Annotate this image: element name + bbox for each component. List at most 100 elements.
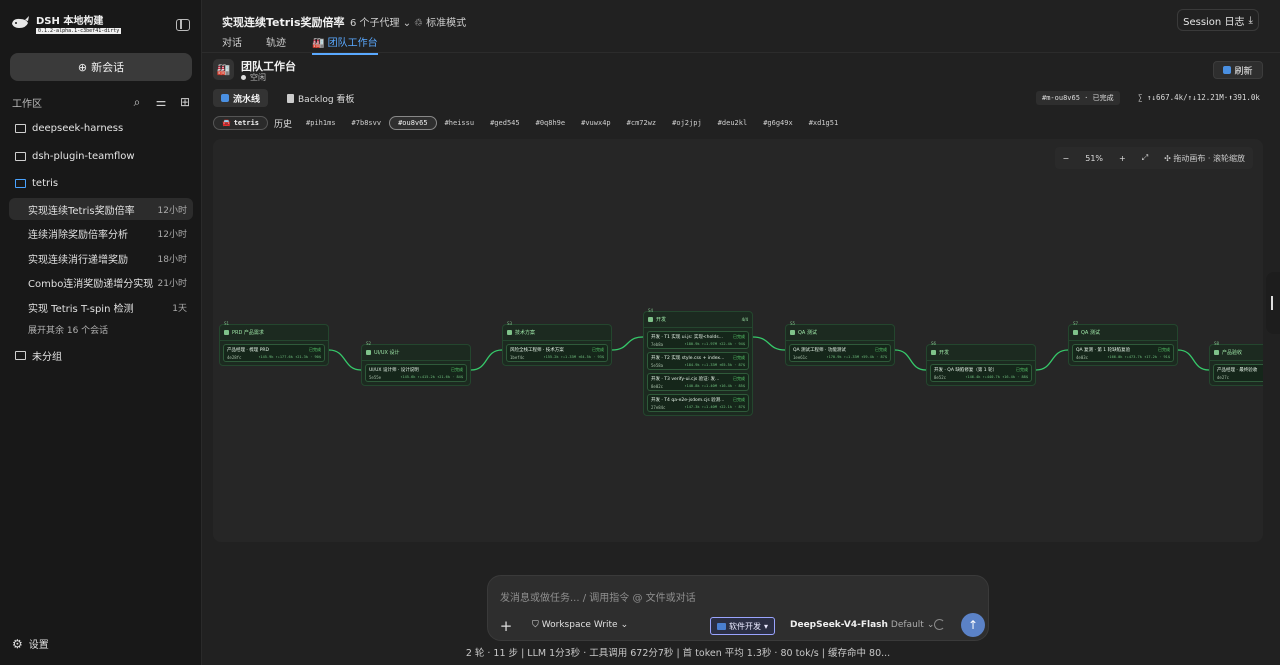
- send-button[interactable]: ↑: [961, 613, 985, 637]
- task-status: 已完成: [875, 347, 887, 352]
- status-dot-icon: [241, 75, 246, 80]
- subtab-backlog[interactable]: Backlog 看板: [279, 89, 362, 107]
- pipeline-stage[interactable]: S8产品验收产品经理 · 最终验收de27c↑145: [1209, 341, 1263, 386]
- task-card[interactable]: 产品经理 · 最终验收de27c↑145: [1213, 364, 1263, 382]
- pipeline-stage[interactable]: S6 开发开发 · QA 缺陷修复（第 1 轮） 已完成 8e52c ↑146.4k ↑…: [926, 341, 1036, 386]
- folder-icon: [15, 152, 26, 161]
- brand-name: DSH 本地构建: [36, 16, 104, 27]
- task-card[interactable]: 开发 · T3 verify-ui.cjs 验证: 发... 已完成 8e02c ↑1…: [647, 373, 749, 391]
- expand-more-sessions[interactable]: 展开其余 16 个会话: [28, 323, 108, 336]
- new-folder-icon[interactable]: ⊞: [178, 95, 192, 109]
- subagents-dropdown[interactable]: 6 个子代理 ⌄: [350, 14, 411, 29]
- stage-tag: S6: [931, 341, 937, 346]
- branch-chip[interactable]: #ou8v65: [389, 116, 437, 130]
- folder-icon: [15, 351, 26, 360]
- panel-status-label: 空闲: [250, 73, 266, 82]
- filter-icon[interactable]: ⚌: [154, 95, 168, 109]
- message-input[interactable]: 发消息或做任务... / 调用指令 @ 文件或对话: [500, 589, 696, 604]
- stage-header: S5 QA 测试: [786, 321, 894, 341]
- task-status: 已完成: [592, 347, 604, 352]
- task-card[interactable]: 开发 · QA 缺陷修复（第 1 轮） 已完成 8e52c ↑146.4k ↑↓440…: [930, 364, 1032, 382]
- stage-title: 产品验收: [1222, 350, 1243, 356]
- task-card[interactable]: UI/UX 设计师 · 设计说明 已完成 5e55e ↑145.6k ↑↓415.2k…: [365, 364, 467, 382]
- subtab-label: Backlog 看板: [298, 94, 355, 105]
- stage-header: S3 技术方案: [503, 321, 611, 341]
- branch-chip[interactable]: #xd1g51: [801, 116, 847, 130]
- branch-chip[interactable]: #g6g49x: [755, 116, 801, 130]
- folder-deepseek-harness[interactable]: deepseek-harness: [15, 123, 123, 134]
- stage-title: 开发: [939, 350, 950, 356]
- task-status: 已完成: [733, 334, 745, 339]
- task-name: 风险全栈工程师 · 技术方案: [510, 348, 564, 353]
- session-item[interactable]: 实现连续消行递增奖励 18小时: [9, 247, 193, 269]
- pipeline-canvas[interactable]: S1 PRD 产品需求 产品经理 · 梳理 PRD 已完成 4e28fc ↑145.9k …: [213, 139, 1263, 542]
- mode-selector[interactable]: ♲ 标准模式: [414, 14, 466, 29]
- branch-chip[interactable]: #deu2kl: [710, 116, 756, 130]
- session-item[interactable]: Combo连消奖励递增分实现 21小时: [9, 271, 193, 293]
- task-status: 已完成: [451, 367, 463, 372]
- folder-ungrouped[interactable]: 未分组: [15, 348, 62, 363]
- branch-chip[interactable]: #vuwx4p: [573, 116, 619, 130]
- session-title: Combo连消奖励递增分实现: [28, 278, 154, 290]
- stage-icon: [366, 350, 371, 355]
- refresh-button[interactable]: 刷新: [1213, 61, 1263, 79]
- task-card[interactable]: 开发 · T4 qa-e2e-jsdom.cjs 验测... 已完成 27e84c ↑…: [647, 394, 749, 412]
- task-stats: ↑147.3k ↑↓1.40M ⬆22.1k · 87$: [684, 405, 745, 409]
- mode-label: 标准模式: [426, 18, 467, 29]
- session-item[interactable]: 连续消除奖励倍率分析 12小时: [9, 222, 193, 244]
- task-card[interactable]: QA 复测 · 第 1 轮缺陷复验 已完成 4e03c ↑166.0k ↑↓473.7…: [1072, 344, 1174, 362]
- task-card[interactable]: 产品经理 · 梳理 PRD 已完成 4e28fc ↑145.9k ↑↓177.6k ⬆…: [223, 344, 325, 362]
- task-status: 已完成: [1158, 347, 1170, 352]
- stage-icon: [224, 330, 229, 335]
- attach-button[interactable]: +: [496, 616, 516, 636]
- pipeline-stage[interactable]: S5 QA 测试 QA 测试工程师 · 功能测试 已完成 1ee61c ↑170.9k ↑…: [785, 321, 895, 366]
- session-log-button[interactable]: Session 日志 ⤓: [1177, 9, 1259, 31]
- session-log-label: Session 日志: [1183, 16, 1245, 28]
- task-card[interactable]: 开发 · T2 实现 style.css + index... 已完成 5e58a ↑…: [647, 352, 749, 370]
- folder-tetris[interactable]: tetris: [15, 178, 58, 189]
- pipeline-stage[interactable]: S1 PRD 产品需求 产品经理 · 梳理 PRD 已完成 4e28fc ↑145.9k …: [219, 321, 329, 366]
- branch-chip[interactable]: #pih1ms: [298, 116, 344, 130]
- sidebar-toggle-icon[interactable]: [176, 19, 190, 31]
- history-label[interactable]: 历史: [268, 116, 298, 130]
- tab-chat[interactable]: 对话: [222, 34, 242, 53]
- tab-team-workbench[interactable]: 🏭 团队工作台: [312, 34, 378, 55]
- task-card[interactable]: 风险全栈工程师 · 技术方案 已完成 1bef4c ↑155.2k ↑↓1.33M ⬆…: [506, 344, 608, 362]
- pipeline-stage[interactable]: S4 开发 4/4 开发 · T1 实现 ui.js: 实现<holds... 已完成 7…: [643, 308, 753, 416]
- session-item[interactable]: 实现连续Tetris奖励倍率 12小时: [9, 198, 193, 220]
- subtab-pipeline[interactable]: 流水线: [213, 89, 269, 107]
- task-name: 开发 · T2 实现 style.css + index...: [651, 356, 725, 361]
- new-chat-button[interactable]: ⊕ 新会话: [10, 53, 192, 81]
- panel-status: 空闲: [241, 72, 266, 83]
- model-selector[interactable]: DeepSeek-V4-Flash Default ⌄: [790, 620, 934, 630]
- task-card[interactable]: 开发 · T1 实现 ui.js: 实现<holds... 已完成 7eb8a ↑18…: [647, 331, 749, 349]
- branch-chip[interactable]: #ged545: [482, 116, 528, 130]
- permission-selector[interactable]: ⛉ Workspace Write ⌄: [532, 620, 628, 630]
- branch-chip[interactable]: #7b8svv: [344, 116, 390, 130]
- stage-header: S6 开发: [927, 341, 1035, 361]
- branch-chip[interactable]: #0q8h9e: [528, 116, 574, 130]
- download-icon: ⤓: [1248, 14, 1253, 26]
- tab-label: 团队工作台: [327, 38, 378, 49]
- task-name: QA 复测 · 第 1 轮缺陷复验: [1076, 348, 1131, 353]
- fit-view-button[interactable]: ⤢: [1134, 153, 1156, 163]
- search-icon[interactable]: ⌕: [130, 95, 144, 109]
- pipeline-stage[interactable]: S7 QA 测试 QA 复测 · 第 1 轮缺陷复验 已完成 4e03c ↑166.0k …: [1068, 321, 1178, 366]
- skill-chip[interactable]: 软件开发 ▾: [710, 617, 776, 635]
- zoom-out-button[interactable]: −: [1055, 154, 1078, 163]
- settings-button[interactable]: ⚙ 设置: [12, 636, 49, 652]
- pipeline-stage[interactable]: S3 技术方案 风险全栈工程师 · 技术方案 已完成 1bef4c ↑155.2k ↑↓1…: [502, 321, 612, 366]
- tab-trace[interactable]: 轨迹: [266, 34, 286, 53]
- branch-chip[interactable]: #oj2jpj: [664, 116, 710, 130]
- stage-progress: 4/4: [741, 317, 748, 322]
- branch-chip[interactable]: #heissu: [437, 116, 483, 130]
- branch-tetris[interactable]: 🚘 tetris: [213, 116, 269, 130]
- branch-chip[interactable]: #cm72wz: [619, 116, 665, 130]
- folder-dsh-plugin-teamflow[interactable]: dsh-plugin-teamflow: [15, 151, 135, 162]
- zoom-in-button[interactable]: +: [1111, 154, 1134, 163]
- stage-tag: S7: [1073, 321, 1079, 326]
- session-item[interactable]: 实现 Tetris T-spin 检测 1天: [9, 296, 193, 318]
- pipeline-stage[interactable]: S2 UI/UX 设计 UI/UX 设计师 · 设计说明 已完成 5e55e ↑145.6…: [361, 341, 471, 386]
- right-panel-handle[interactable]: [1266, 272, 1280, 334]
- task-card[interactable]: QA 测试工程师 · 功能测试 已完成 1ee61c ↑170.9k ↑↓1.33M …: [789, 344, 891, 362]
